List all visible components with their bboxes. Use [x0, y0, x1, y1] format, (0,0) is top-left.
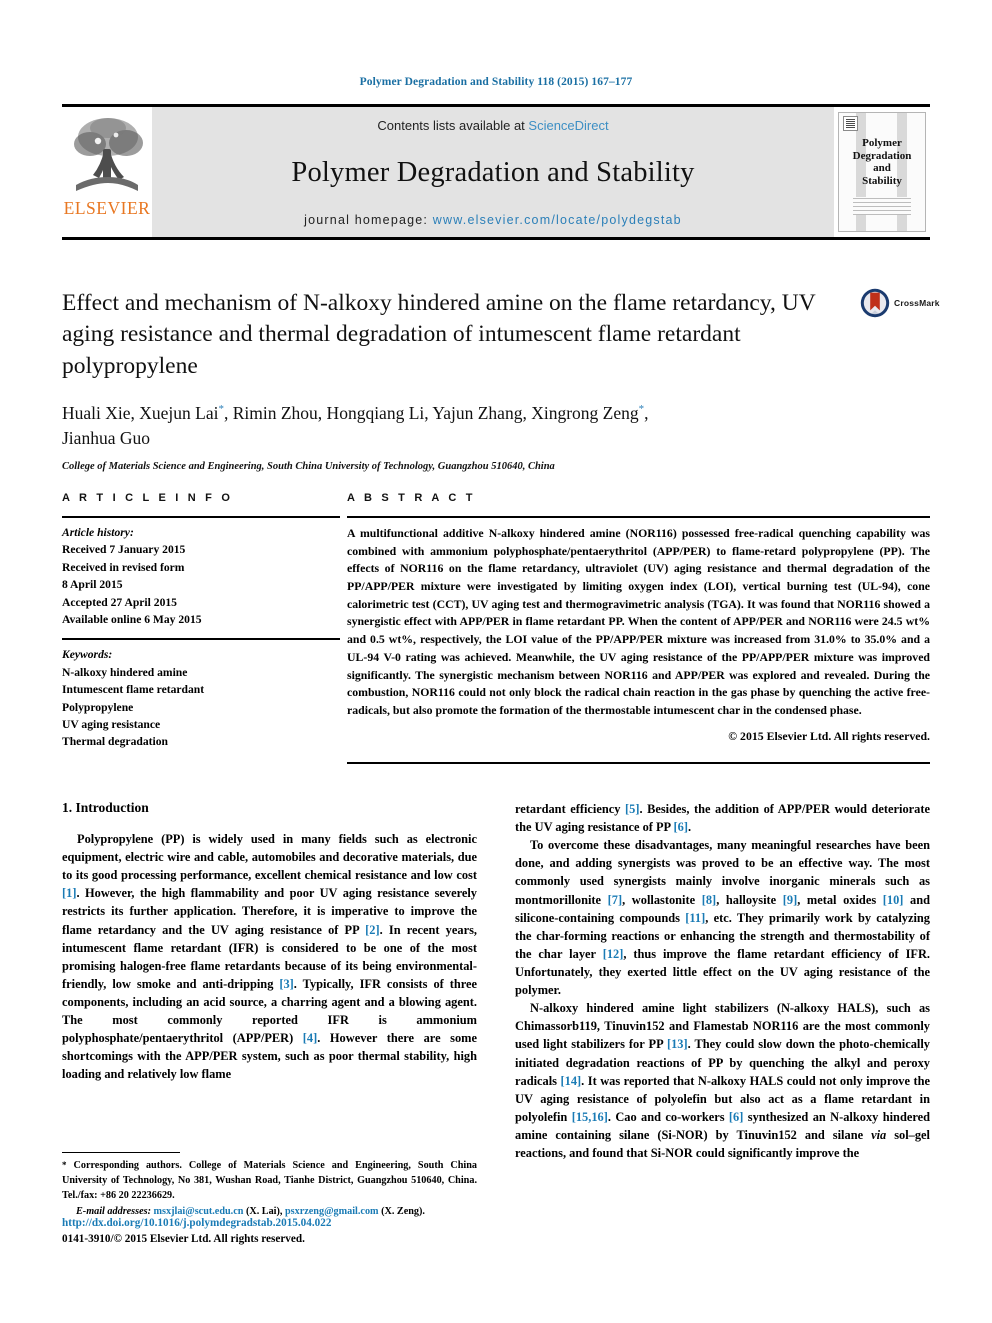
homepage-url-link[interactable]: www.elsevier.com/locate/polydegstab [433, 213, 682, 227]
crossmark-icon [860, 288, 890, 318]
keyword-item: Polypropylene [62, 700, 134, 714]
abstract-copyright: © 2015 Elsevier Ltd. All rights reserved… [728, 728, 930, 743]
keyword-item: Intumescent flame retardant [62, 683, 205, 697]
citation-ref[interactable]: [3] [279, 977, 293, 991]
paragraph: Polypropylene (PP) is widely used in man… [62, 830, 477, 1084]
history-item: Received 7 January 2015 [62, 543, 186, 557]
history-item: 8 April 2015 [62, 578, 123, 592]
keyword-item: UV aging resistance [62, 717, 161, 731]
text-run: retardant efficiency [515, 802, 625, 816]
journal-homepage-line: journal homepage: www.elsevier.com/locat… [304, 213, 682, 227]
citation-ref[interactable]: [12] [603, 947, 624, 961]
journal-title: Polymer Degradation and Stability [291, 157, 695, 188]
authors-part-4: Jianhua Guo [62, 427, 150, 448]
article-history: Article history: Received 7 January 2015… [62, 518, 340, 628]
history-item: Accepted 27 April 2015 [62, 595, 177, 609]
author-list: Huali Xie, Xuejun Lai*, Rimin Zhou, Hong… [62, 401, 852, 451]
text-run: , metal oxides [797, 892, 883, 907]
abstract-text: A multifunctional additive N-alkoxy hind… [347, 526, 930, 717]
authors-part-3: , [644, 402, 649, 423]
text-run: Polypropylene (PP) is widely used in man… [62, 832, 477, 883]
article-info-column: A R T I C L E I N F O Article history: R… [62, 492, 340, 764]
journal-cover-thumbnail: Polymer Degradation and Stability [838, 112, 926, 232]
footnote-text: * Corresponding authors. College of Mate… [62, 1159, 477, 1203]
paragraph: N-alkoxy hindered amine light stabilizer… [515, 999, 930, 1162]
history-item: Available online 6 May 2015 [62, 612, 202, 626]
citation-ref[interactable]: [13] [667, 1037, 688, 1051]
citation-ref[interactable]: [4] [303, 1031, 317, 1045]
citation-ref[interactable]: [7] [608, 893, 622, 907]
journal-masthead: ELSEVIER Contents lists available at Sci… [62, 104, 930, 240]
citation-ref[interactable]: [1] [62, 886, 76, 900]
elsevier-wordmark: ELSEVIER [63, 198, 151, 218]
text-run: . Cao and co-workers [607, 1109, 729, 1124]
masthead-center: Contents lists available at ScienceDirec… [152, 107, 834, 237]
citation-ref[interactable]: [8] [702, 893, 716, 907]
cover-elsevier-mini-icon [843, 116, 858, 131]
citation-ref[interactable]: [15,16] [572, 1110, 608, 1124]
contents-lists-line: Contents lists available at ScienceDirec… [377, 118, 608, 133]
body-column-left: 1. Introduction Polypropylene (PP) is wi… [62, 800, 477, 1217]
citation-ref[interactable]: [2] [365, 923, 379, 937]
sciencedirect-link[interactable]: ScienceDirect [528, 118, 608, 133]
body-columns: 1. Introduction Polypropylene (PP) is wi… [62, 800, 930, 1217]
doi-footer: http://dx.doi.org/10.1016/j.polymdegrads… [62, 1215, 331, 1247]
info-abstract-block: A R T I C L E I N F O Article history: R… [62, 492, 930, 764]
authors-part-2: , Rimin Zhou, Hongqiang Li, Yajun Zhang,… [223, 402, 639, 423]
citation-ref[interactable]: [5] [625, 802, 639, 816]
citation-ref[interactable]: [9] [783, 893, 797, 907]
citation-ref[interactable]: [11] [685, 911, 705, 925]
text-run: , halloysite [716, 892, 783, 907]
keywords-block: Keywords: N-alkoxy hindered amine Intume… [62, 640, 340, 750]
abstract-rule-bottom [347, 761, 930, 764]
paragraph: retardant efficiency [5]. Besides, the a… [515, 800, 930, 836]
email-owner-zeng: (X. Zeng). [378, 1206, 425, 1218]
abstract-heading: A B S T R A C T [347, 492, 476, 504]
contents-prefix: Contents lists available at [377, 118, 529, 133]
keyword-item: N-alkoxy hindered amine [62, 665, 188, 679]
cover-title-text: Polymer Degradation and Stability [852, 137, 912, 187]
text-run-italic: via [871, 1127, 887, 1142]
journal-cover-block: Polymer Degradation and Stability [834, 107, 930, 237]
article-info-heading: A R T I C L E I N F O [62, 492, 234, 504]
corresponding-author-footnote: * Corresponding authors. College of Mate… [62, 1152, 477, 1220]
footnote-rule [62, 1152, 180, 1153]
authors-part-1: Huali Xie, Xuejun Lai [62, 402, 219, 423]
crossmark-label: CrossMark [894, 298, 940, 308]
abstract-column: A B S T R A C T A multifunctional additi… [347, 492, 930, 764]
citation-ref[interactable]: [6] [674, 820, 688, 834]
text-run: . [688, 820, 692, 835]
crossmark-badge[interactable]: CrossMark [860, 286, 946, 320]
page-title: Effect and mechanism of N-alkoxy hindere… [62, 290, 816, 379]
running-head: Polymer Degradation and Stability 118 (2… [359, 76, 633, 88]
paper-page: Polymer Degradation and Stability 118 (2… [0, 0, 992, 1323]
history-item: Received in revised form [62, 560, 185, 574]
citation-ref[interactable]: [10] [883, 893, 904, 907]
section-heading-introduction: 1. Introduction [62, 800, 149, 815]
homepage-prefix: journal homepage: [304, 213, 433, 227]
issn-copyright-line: 0141-3910/© 2015 Elsevier Ltd. All right… [62, 1233, 305, 1246]
paragraph: To overcome these disadvantages, many me… [515, 836, 930, 999]
affiliation: College of Materials Science and Enginee… [62, 461, 555, 473]
keyword-item: Thermal degradation [62, 735, 168, 749]
citation-ref[interactable]: [6] [729, 1110, 743, 1124]
elsevier-logo-block: ELSEVIER [62, 107, 152, 237]
body-column-right: retardant efficiency [5]. Besides, the a… [515, 800, 930, 1162]
doi-link[interactable]: http://dx.doi.org/10.1016/j.polymdegrads… [62, 1215, 331, 1231]
cover-footer-texture [853, 197, 911, 215]
article-history-label: Article history: [62, 526, 134, 539]
elsevier-tree-icon [74, 118, 143, 191]
citation-ref[interactable]: [14] [561, 1074, 582, 1088]
text-run: , wollastonite [622, 892, 702, 907]
title-block: Effect and mechanism of N-alkoxy hindere… [62, 288, 852, 472]
keywords-label: Keywords: [62, 648, 113, 662]
footnote-body: Corresponding authors. College of Materi… [62, 1160, 477, 1201]
